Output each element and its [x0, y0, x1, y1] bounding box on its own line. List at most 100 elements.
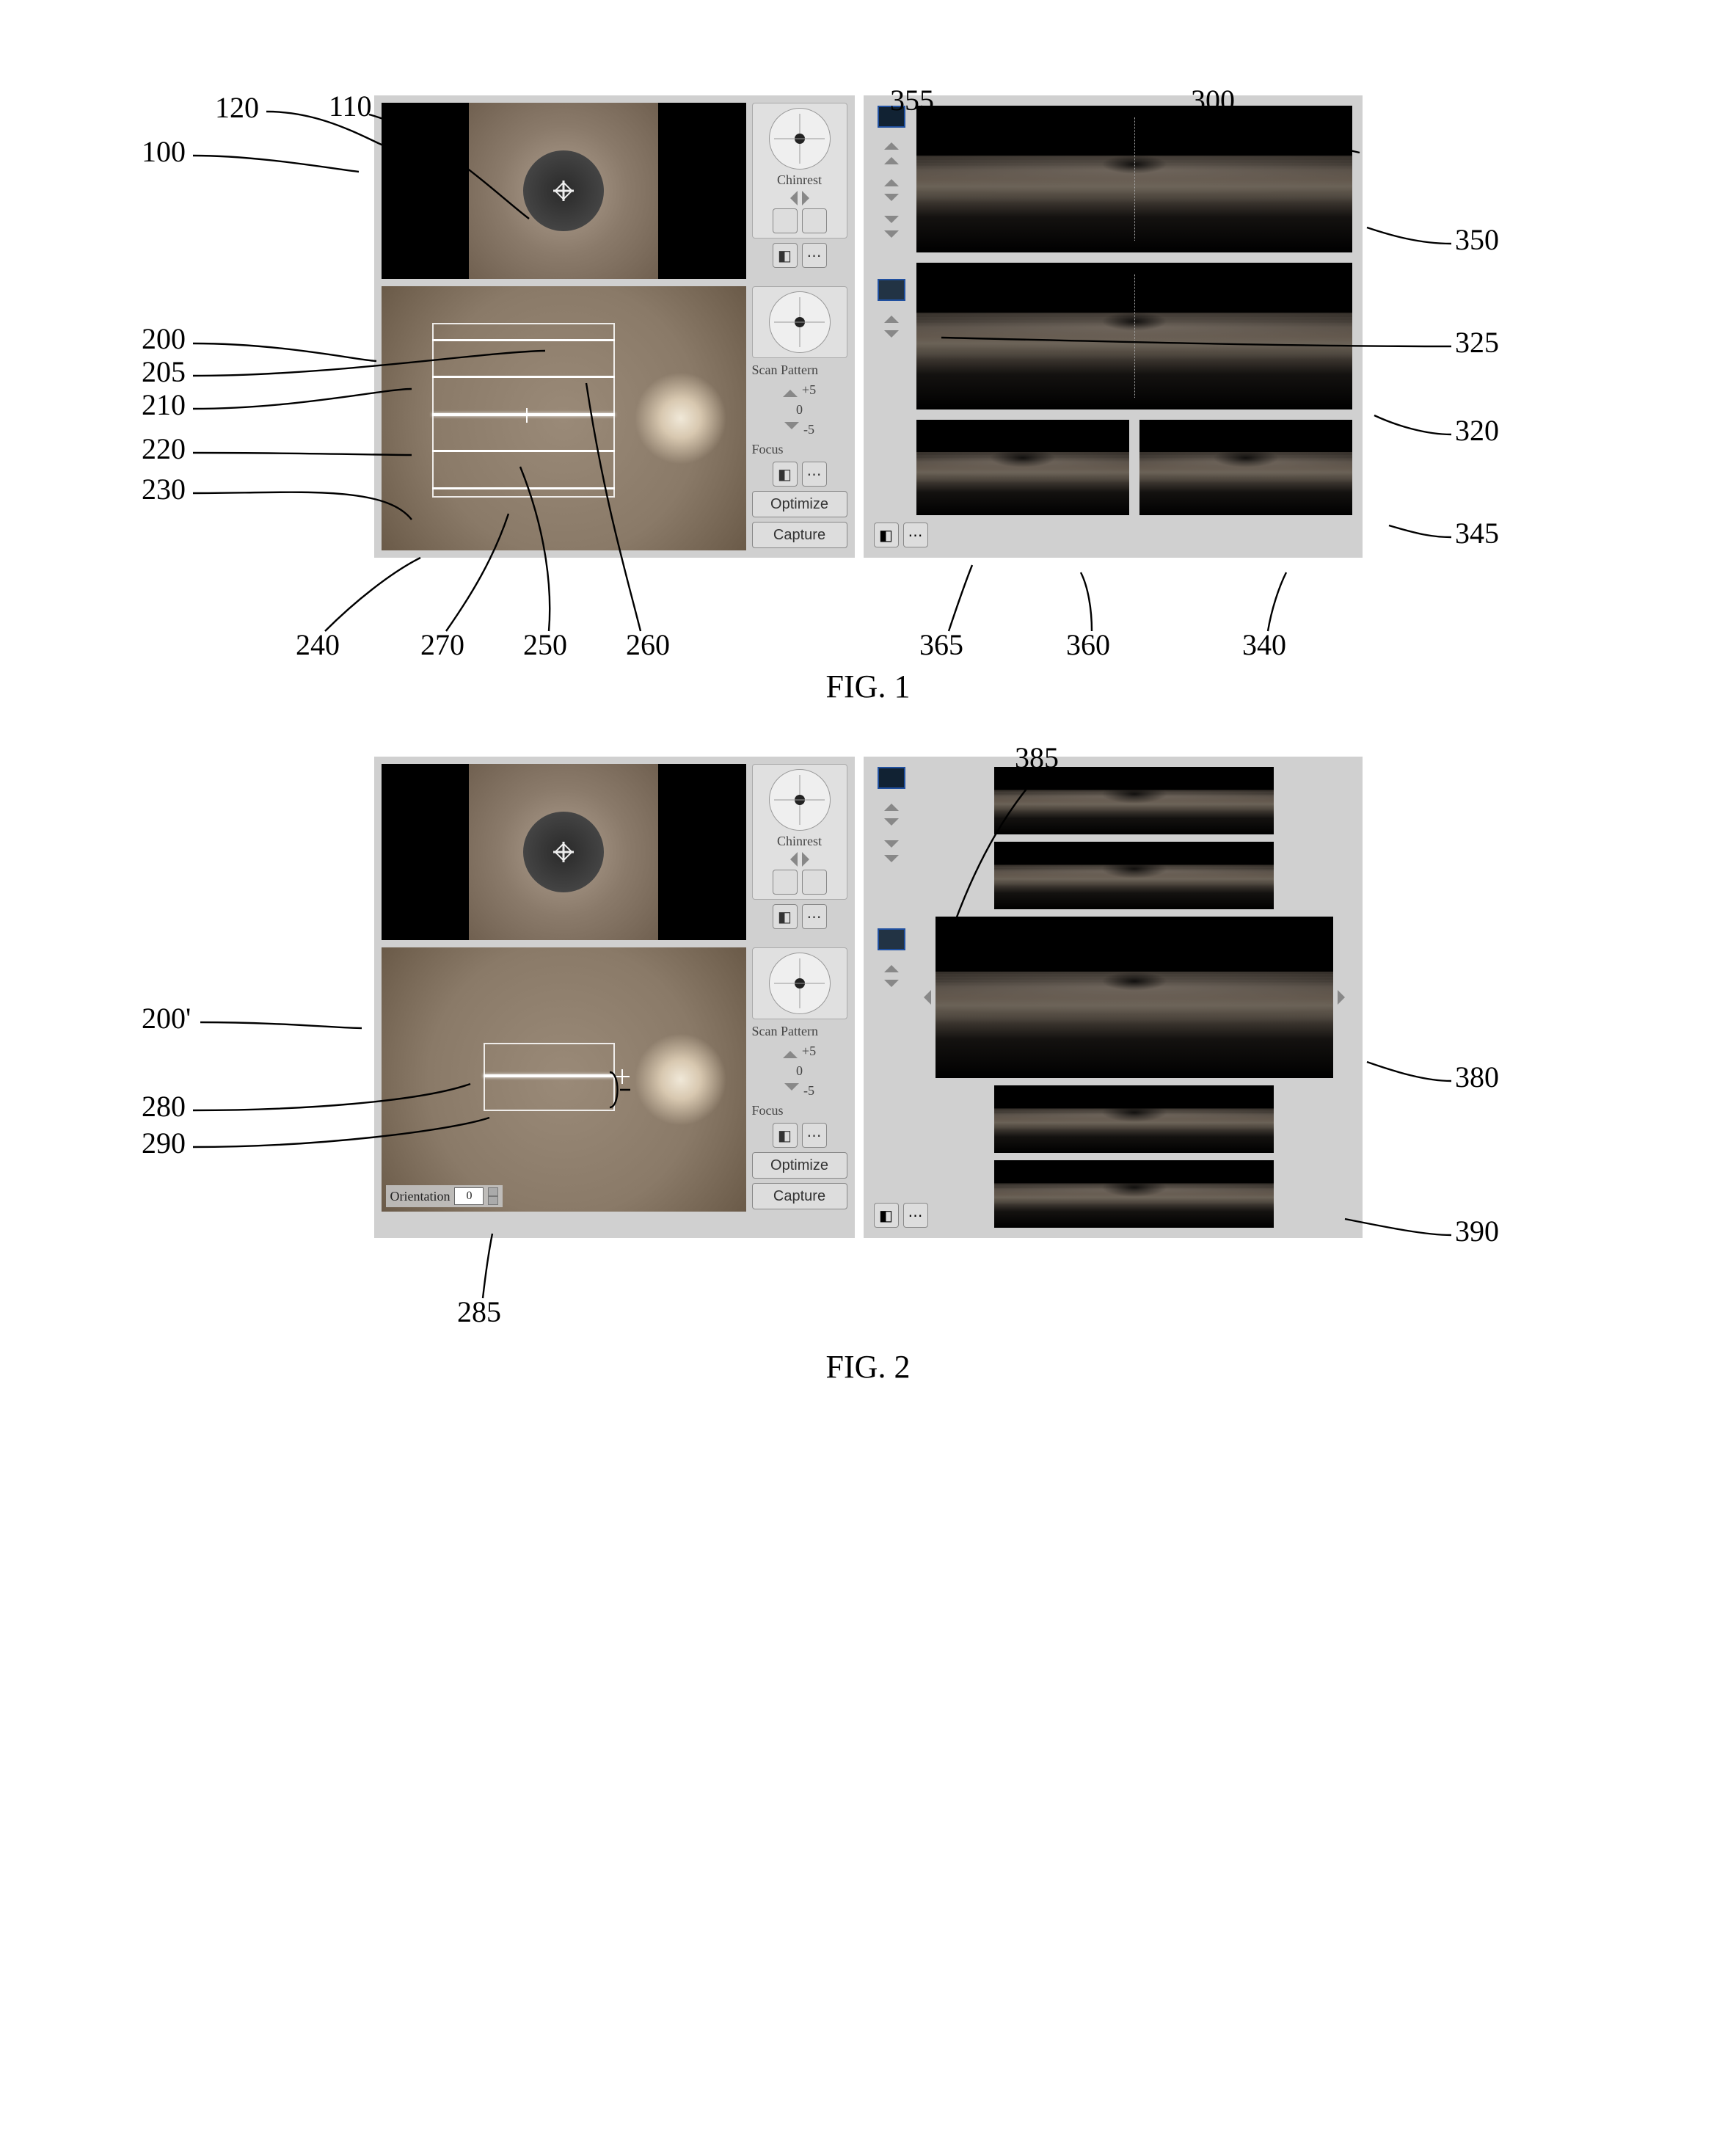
acquisition-panel-2: Chinrest ◧⋯	[374, 757, 855, 1238]
figure-2-screenshot: Chinrest ◧⋯	[354, 757, 1382, 1238]
oct-display-panel: ◧ ⋯	[864, 95, 1363, 558]
acquisition-panel: Chinrest ◧ ⋯	[374, 95, 855, 558]
arrow-left-icon[interactable]	[783, 191, 798, 205]
nav-up-icon[interactable]	[884, 135, 899, 164]
arrow-down-icon[interactable]	[884, 194, 899, 208]
iris-live-view-2	[382, 764, 746, 940]
svg-text:340: 340	[1242, 628, 1286, 661]
chinrest-controls: Chinrest ◧ ⋯	[752, 103, 847, 279]
fixation-target-icon	[769, 108, 831, 170]
svg-text:360: 360	[1066, 628, 1110, 661]
svg-text:220: 220	[142, 432, 186, 465]
bscan-top-2[interactable]	[994, 842, 1273, 909]
bscan-320[interactable]	[916, 263, 1352, 409]
svg-text:100: 100	[142, 135, 186, 168]
bscan-360[interactable]	[916, 420, 1129, 515]
focus-label: Focus	[752, 442, 847, 457]
options-icon[interactable]: ⋯	[802, 243, 827, 268]
bscan-thumb-b[interactable]	[878, 928, 905, 950]
figure-1-screenshot: Chinrest ◧ ⋯	[354, 95, 1382, 558]
raster-line-bottom	[432, 487, 615, 489]
svg-text:250: 250	[523, 628, 567, 661]
chinrest-option-1[interactable]	[773, 208, 798, 233]
figure-1-caption: FIG. 1	[112, 668, 1624, 705]
arrow-right-icon[interactable]	[802, 191, 817, 205]
fundus-live-view-2[interactable]: Orientation 0	[382, 947, 746, 1212]
chinrest-option-2[interactable]	[802, 208, 827, 233]
figure-1: Chinrest ◧ ⋯	[112, 44, 1624, 705]
arrow-down-icon-2[interactable]	[884, 330, 899, 345]
focus-option-1[interactable]: ◧	[773, 462, 798, 487]
svg-text:350: 350	[1455, 223, 1499, 256]
svg-text:320: 320	[1455, 414, 1499, 447]
arrow-up-icon[interactable]	[884, 172, 899, 186]
iris-live-view	[382, 103, 746, 279]
svg-text:200': 200'	[142, 1002, 191, 1035]
fixation-target-widget[interactable]: Chinrest	[752, 103, 847, 239]
chinrest-label: Chinrest	[777, 172, 822, 188]
orientation-input[interactable]: 0	[454, 1187, 484, 1205]
raster-line-4	[432, 450, 615, 452]
bscan-next-icon[interactable]	[1338, 990, 1352, 1005]
orientation-down[interactable]	[488, 1196, 498, 1205]
scan-center-cross[interactable]	[519, 408, 534, 423]
svg-text:365: 365	[919, 628, 963, 661]
bscan-thumb-2[interactable]	[878, 279, 905, 301]
oct-tool-2[interactable]: ⋯	[903, 523, 928, 547]
bscan-thumb-a[interactable]	[878, 767, 905, 789]
capture-button[interactable]: Capture	[752, 522, 847, 548]
alignment-crosshair	[553, 181, 574, 201]
nav-down-icon[interactable]	[884, 216, 899, 245]
bscan-thumb-1[interactable]	[878, 106, 905, 128]
svg-text:270: 270	[420, 628, 464, 661]
bscan-top-1[interactable]	[994, 767, 1273, 834]
scan-center-cross-2[interactable]	[615, 1069, 630, 1084]
oct-display-panel-2: ◧ ⋯	[864, 757, 1363, 1238]
svg-text:280: 280	[142, 1090, 186, 1123]
alignment-crosshair-2	[553, 842, 574, 862]
bscan-prev-icon[interactable]	[916, 990, 931, 1005]
svg-text:240: 240	[296, 628, 340, 661]
step-minus5[interactable]: -5	[752, 422, 847, 437]
iris-black-bar-right	[658, 103, 745, 279]
step-0[interactable]: 0	[752, 402, 847, 418]
fixation-target-widget-4[interactable]	[752, 947, 847, 1019]
scan-pattern-label: Scan Pattern	[752, 363, 847, 378]
svg-text:210: 210	[142, 388, 186, 421]
svg-text:390: 390	[1455, 1215, 1499, 1248]
figure-2: Chinrest ◧⋯	[112, 705, 1624, 1386]
oct-tool-1b[interactable]: ◧	[874, 1203, 899, 1228]
orientation-up[interactable]	[488, 1187, 498, 1196]
fundus-live-view[interactable]	[382, 286, 746, 550]
oct-nav-column	[874, 106, 909, 547]
step-plus5[interactable]: +5	[752, 382, 847, 398]
fixation-target-icon-2	[769, 291, 831, 353]
svg-text:380: 380	[1455, 1060, 1499, 1093]
optimize-button-2[interactable]: Optimize	[752, 1152, 847, 1179]
bscan-380[interactable]	[936, 917, 1333, 1078]
svg-text:260: 260	[626, 628, 670, 661]
iris-black-bar-left	[382, 103, 469, 279]
fixation-target-widget-3[interactable]: Chinrest	[752, 764, 847, 900]
svg-text:200: 200	[142, 322, 186, 355]
orientation-control[interactable]: Orientation 0	[386, 1185, 503, 1207]
fixation-target-widget-2[interactable]	[752, 286, 847, 358]
bscan-bot-1[interactable]	[994, 1085, 1273, 1153]
snapshot-icon[interactable]: ◧	[773, 243, 798, 268]
bscan-390[interactable]	[994, 1160, 1273, 1228]
bscan-340[interactable]	[1139, 420, 1352, 515]
oct-tool-2b[interactable]: ⋯	[903, 1203, 928, 1228]
figure-2-caption: FIG. 2	[112, 1348, 1624, 1386]
arrow-up-icon-2[interactable]	[884, 308, 899, 323]
focus-option-2[interactable]: ⋯	[802, 462, 827, 487]
svg-text:205: 205	[142, 355, 186, 388]
raster-line-center-2	[484, 1074, 615, 1077]
svg-text:345: 345	[1455, 517, 1499, 550]
orientation-label: Orientation	[390, 1189, 451, 1204]
bscan-350[interactable]	[916, 106, 1352, 252]
svg-text:230: 230	[142, 473, 186, 506]
svg-text:290: 290	[142, 1126, 186, 1159]
optimize-button[interactable]: Optimize	[752, 491, 847, 517]
oct-tool-1[interactable]: ◧	[874, 523, 899, 547]
capture-button-2[interactable]: Capture	[752, 1183, 847, 1209]
